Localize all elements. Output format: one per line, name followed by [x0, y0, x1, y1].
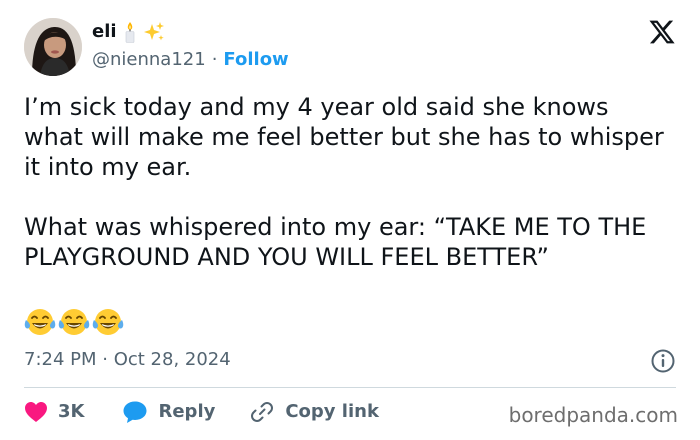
x-logo-icon[interactable] — [648, 18, 676, 46]
heart-icon — [24, 401, 48, 423]
tears-of-joy-icon — [58, 306, 90, 338]
separator-dot: · — [211, 49, 218, 70]
reply-button[interactable]: Reply — [122, 398, 215, 426]
tweet-paragraph: I’m sick today and my 4 year old said sh… — [24, 93, 664, 181]
copy-link-label: Copy link — [285, 401, 379, 422]
author-name-row: eli — [92, 20, 165, 44]
tweet-paragraph: What was whispered into my ear: “TAKE ME… — [24, 213, 647, 271]
author-handle-row: @nienna121 · Follow — [92, 48, 289, 72]
tweet-text: I’m sick today and my 4 year old said sh… — [24, 92, 674, 272]
copy-link-button[interactable]: Copy link — [249, 398, 379, 426]
divider — [24, 387, 676, 388]
tears-of-joy-icon — [92, 306, 124, 338]
watermark: boredpanda.com — [508, 403, 678, 427]
avatar[interactable] — [24, 18, 82, 76]
sparkles-icon — [143, 21, 165, 43]
tweet-emoji-line — [24, 306, 124, 338]
candle-icon — [123, 21, 137, 43]
link-icon — [249, 400, 275, 424]
tweet-timestamp[interactable]: 7:24 PM · Oct 28, 2024 — [24, 348, 231, 372]
tweet-actions: 3K Reply Copy link — [24, 398, 379, 426]
like-count: 3K — [58, 401, 85, 422]
avatar-photo-icon — [24, 18, 82, 76]
reply-label: Reply — [158, 401, 216, 422]
speech-bubble-icon — [122, 400, 148, 424]
author-display-name[interactable]: eli — [92, 20, 117, 44]
info-icon[interactable] — [650, 348, 676, 374]
tears-of-joy-icon — [24, 306, 56, 338]
follow-button[interactable]: Follow — [223, 48, 288, 72]
author-handle[interactable]: @nienna121 — [92, 48, 206, 72]
like-button[interactable]: 3K — [24, 398, 84, 426]
